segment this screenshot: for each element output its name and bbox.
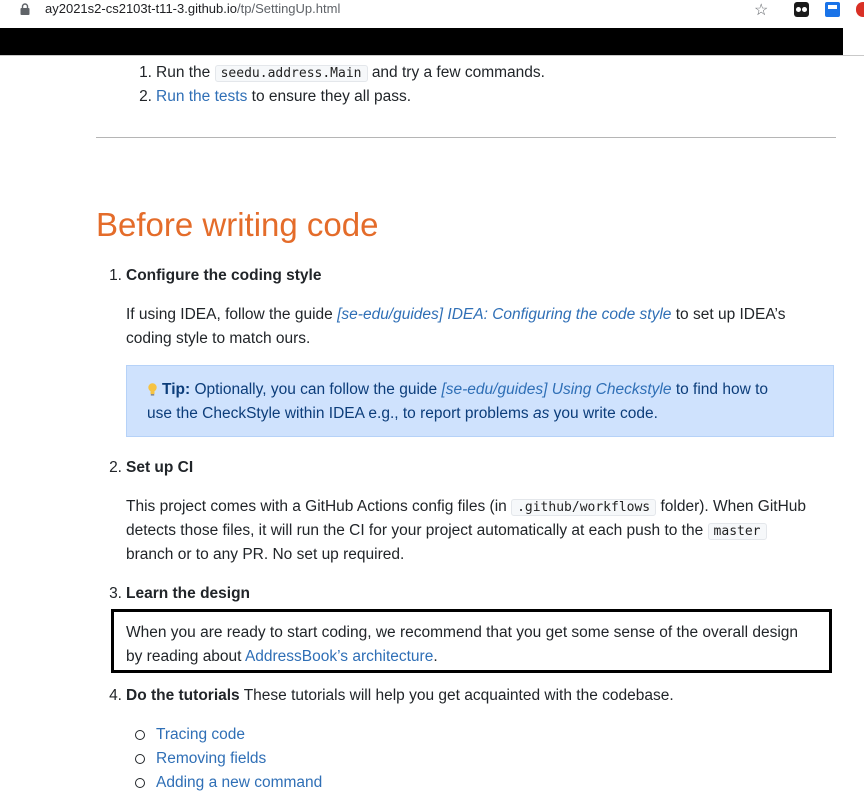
horizontal-rule xyxy=(96,137,836,138)
tutorial-link[interactable]: Tracing code xyxy=(156,723,245,747)
list-item: Run the tests to ensure they all pass. xyxy=(156,88,412,105)
extension-icon[interactable] xyxy=(825,2,840,17)
extension-icon[interactable] xyxy=(794,2,809,17)
list-number: 3. xyxy=(109,585,122,602)
tip-label: Tip: xyxy=(162,381,191,398)
address-bar[interactable]: ay2021s2-cs2103t-t11-3.github.io/tp/Sett… xyxy=(45,1,340,16)
section-heading: Before writing code xyxy=(96,206,379,243)
inline-code: seedu.address.Main xyxy=(214,65,368,82)
architecture-link[interactable]: AddressBook’s architecture xyxy=(245,648,433,665)
navbar-divider xyxy=(0,55,864,56)
list-number: 1. xyxy=(109,267,122,284)
tutorial-link[interactable]: Removing fields xyxy=(156,747,266,771)
site-navbar xyxy=(0,28,843,55)
step-title: Configure the coding style xyxy=(126,267,322,284)
inline-code: .github/workflows xyxy=(511,499,657,516)
paragraph: When you are ready to start coding, we r… xyxy=(126,624,799,641)
checkstyle-guide-link[interactable]: [se-edu/guides] Using Checkstyle xyxy=(441,381,671,398)
lightbulb-icon xyxy=(148,383,157,396)
paragraph-line: coding style to match ours. xyxy=(126,330,311,347)
list-item: Run the seedu.address.Main and try a few… xyxy=(156,64,545,82)
list-number: 2. xyxy=(139,88,152,105)
inline-code: master xyxy=(707,523,767,540)
bullet xyxy=(135,754,145,764)
browser-toolbar: ay2021s2-cs2103t-t11-3.github.io/tp/Sett… xyxy=(0,0,864,24)
list-number: 4. xyxy=(109,687,122,704)
tip-box: Tip: Optionally, you can follow the guid… xyxy=(126,365,834,437)
lock-icon xyxy=(20,3,30,15)
step-title: Learn the design xyxy=(126,585,251,602)
extension-icon[interactable] xyxy=(856,2,864,17)
paragraph: If using IDEA, follow the guide [se-edu/… xyxy=(126,306,786,323)
paragraph-line: detects those files, it will run the CI … xyxy=(126,519,767,544)
paragraph: This project comes with a GitHub Actions… xyxy=(126,498,807,516)
tutorial-link[interactable]: Adding a new command xyxy=(156,771,322,795)
list-number: 2. xyxy=(109,459,122,476)
bookmark-star-icon[interactable]: ☆ xyxy=(754,0,768,20)
paragraph-line: branch or to any PR. No set up required. xyxy=(126,546,405,563)
step-title: Do the tutorials These tutorials will he… xyxy=(126,687,674,704)
run-tests-link[interactable]: Run the tests xyxy=(156,88,247,105)
paragraph-line: by reading about AddressBook’s architect… xyxy=(126,648,438,665)
idea-code-style-link[interactable]: [se-edu/guides] IDEA: Configuring the co… xyxy=(337,306,671,323)
bullet xyxy=(135,778,145,788)
step-title: Set up CI xyxy=(126,459,194,476)
bullet xyxy=(135,730,145,740)
list-number: 1. xyxy=(139,64,152,81)
